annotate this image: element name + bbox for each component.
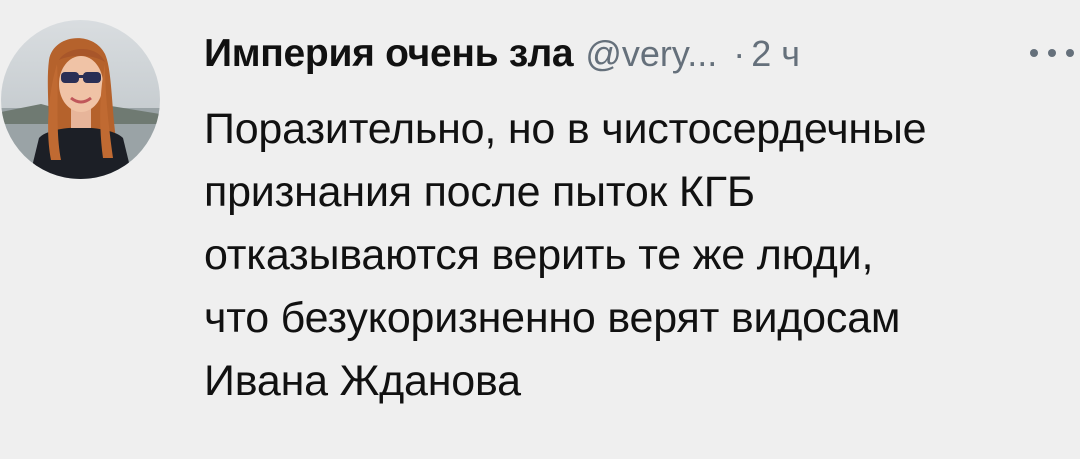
more-dot: [1066, 49, 1074, 57]
tweet-text-line: что безукоризненно верят видосам: [204, 294, 901, 342]
tweet[interactable]: Империя очень зла @very... · 2 ч Поразит…: [0, 0, 1080, 459]
separator: ·: [733, 33, 746, 74]
more-dot: [1030, 49, 1038, 57]
avatar[interactable]: [1, 20, 160, 179]
tweet-text: Поразительно, но в чистосердечные призна…: [204, 98, 1070, 413]
tweet-text-line: признания после пыток КГБ: [204, 168, 755, 216]
author-name[interactable]: Империя очень зла: [204, 32, 574, 76]
avatar-image: [1, 20, 160, 179]
more-options-icon[interactable]: [1030, 38, 1074, 68]
tweet-header: Империя очень зла @very... · 2 ч: [204, 26, 800, 82]
more-dot: [1048, 49, 1056, 57]
tweet-text-line: Ивана Жданова: [204, 357, 521, 405]
tweet-text-line: отказываются верить те же люди,: [204, 231, 874, 279]
timestamp[interactable]: 2 ч: [751, 33, 800, 75]
tweet-text-line: Поразительно, но в чистосердечные: [204, 105, 927, 153]
author-handle[interactable]: @very...: [585, 33, 717, 75]
